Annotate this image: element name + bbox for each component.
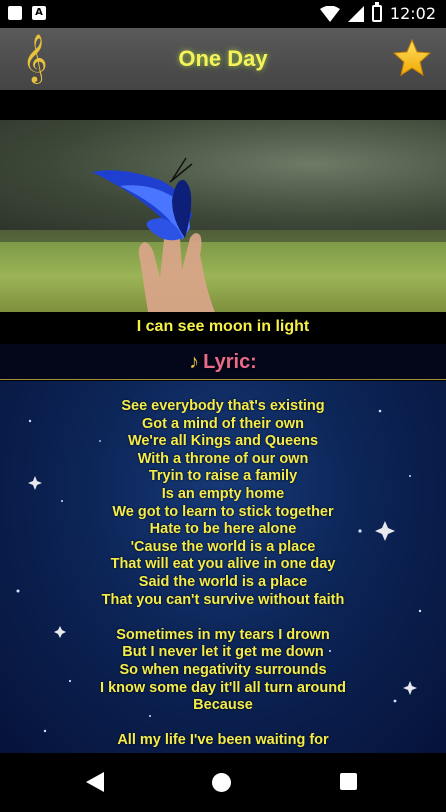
recent-apps-icon[interactable]	[340, 773, 357, 790]
lyric-line: 'Cause the world is a place	[130, 538, 316, 555]
lyric-line: We're all Kings and Queens	[127, 433, 319, 450]
lyric-line: We got to learn to stick together	[112, 503, 334, 520]
lyric-line: I know some day it'll all turn around	[100, 679, 346, 696]
lyric-stanza-gap	[0, 715, 446, 733]
status-bar: A 12:02	[0, 0, 446, 28]
wifi-icon	[319, 5, 340, 22]
video-caption: I can see moon in light	[0, 312, 446, 344]
lyric-header: ♪ Lyric:	[0, 344, 446, 380]
lyric-label: Lyric:	[203, 351, 257, 373]
back-icon[interactable]	[84, 770, 106, 794]
lyric-line: Sometimes in my tears I drown	[116, 626, 330, 643]
song-title: One Day	[178, 46, 268, 71]
lyric-line: All my life I've been waiting for	[117, 732, 329, 749]
status-right-icons: 12:02	[319, 2, 436, 23]
lyric-line: Said the world is a place	[138, 573, 308, 590]
lyric-line: With a throne of our own	[137, 450, 309, 467]
notification-a-icon: A	[32, 6, 46, 20]
lyrics-panel[interactable]: See everybody that's existing Got a mind …	[0, 381, 446, 753]
navigation-bar	[0, 753, 446, 812]
battery-icon	[371, 2, 382, 22]
signal-icon	[347, 5, 364, 22]
lyric-stanza-gap	[0, 609, 446, 627]
lyric-line: That you can't survive without faith	[101, 591, 345, 608]
spacer	[0, 90, 446, 120]
sd-card-icon	[8, 6, 22, 20]
lyric-line: Is an empty home	[161, 485, 285, 502]
lyric-line: Hate to be here alone	[149, 521, 297, 538]
video-player[interactable]	[0, 120, 446, 312]
clock: 12:02	[389, 4, 436, 23]
music-note-icon: ♪	[189, 350, 200, 373]
status-left-icons: A	[8, 6, 46, 20]
lyric-line: Tryin to raise a family	[148, 468, 298, 485]
home-icon[interactable]	[212, 773, 231, 792]
lyric-line: Because	[193, 697, 253, 714]
lyric-line: So when negativity surrounds	[119, 661, 327, 678]
app-bar: 𝄞 One Day	[0, 28, 446, 90]
lyric-line: But I never let it get me down	[122, 644, 324, 661]
butterfly-hand-image	[92, 157, 215, 312]
lyrics-text: See everybody that's existing Got a mind …	[0, 381, 446, 750]
lyric-line: See everybody that's existing	[121, 398, 325, 414]
favorite-star-icon[interactable]	[392, 38, 432, 78]
lyric-line: Got a mind of their own	[142, 415, 304, 432]
lyric-line: That will eat you alive in one day	[110, 556, 336, 573]
